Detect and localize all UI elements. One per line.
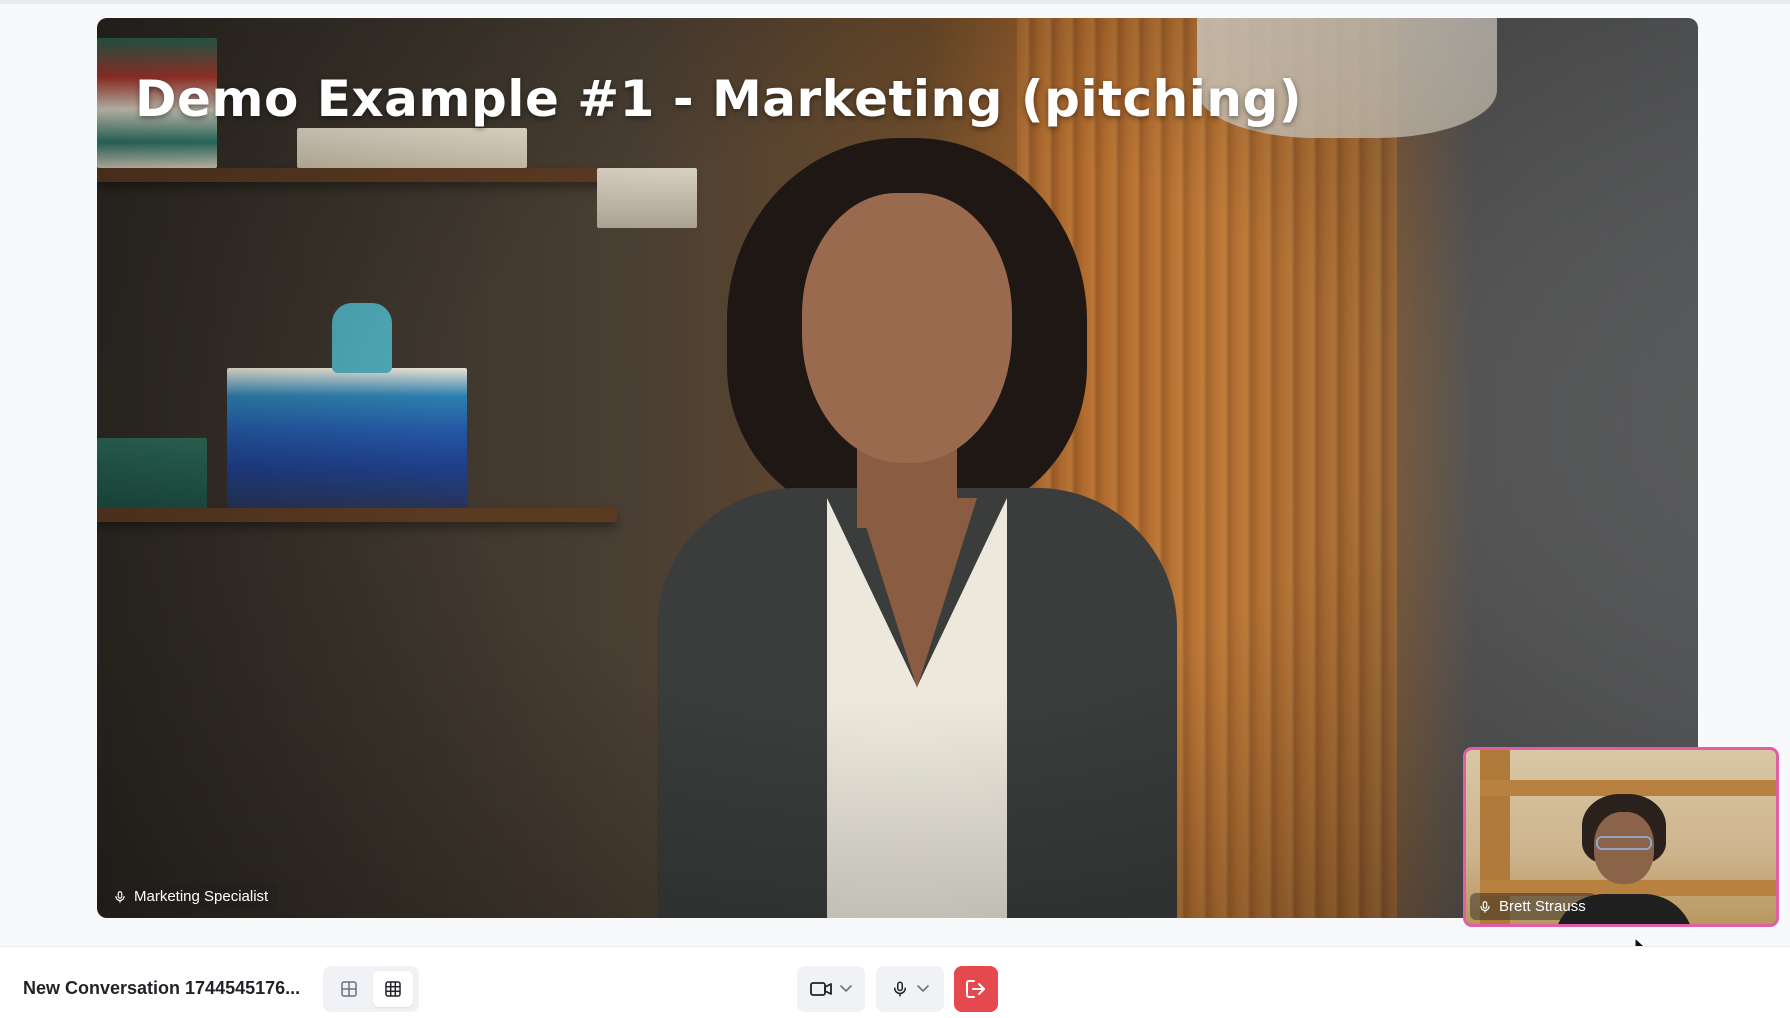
microphone-control[interactable] [876, 966, 944, 1012]
camera-icon [810, 982, 832, 996]
layout-grid-3x3-button[interactable] [373, 971, 413, 1007]
video-title: Demo Example #1 - Marketing (pitching) [135, 70, 1303, 128]
bottom-toolbar: New Conversation 1744545176... [0, 946, 1790, 1018]
self-name: Brett Strauss [1499, 898, 1586, 915]
grid-2x2-icon [341, 981, 357, 997]
speaker-name: Marketing Specialist [134, 888, 269, 905]
leave-call-button[interactable] [954, 966, 998, 1012]
self-name-tag: Brett Strauss [1470, 893, 1596, 920]
microphone-icon [894, 981, 906, 997]
layout-switcher [323, 966, 419, 1012]
self-view[interactable]: Brett Strauss [1463, 747, 1779, 927]
layout-grid-2x2-button[interactable] [329, 971, 369, 1007]
camera-control[interactable] [797, 966, 865, 1012]
main-video: Demo Example #1 - Marketing (pitching) M… [97, 18, 1698, 918]
grid-3x3-icon [385, 981, 401, 997]
chevron-down-icon[interactable] [840, 985, 852, 993]
speaker-name-tag: Marketing Specialist [105, 883, 279, 910]
top-divider [0, 0, 1790, 4]
leave-icon [966, 980, 985, 998]
chevron-down-icon[interactable] [917, 985, 929, 993]
conversation-title[interactable]: New Conversation 1744545176... [23, 978, 300, 999]
microphone-icon [115, 890, 125, 903]
microphone-icon [1480, 900, 1490, 913]
